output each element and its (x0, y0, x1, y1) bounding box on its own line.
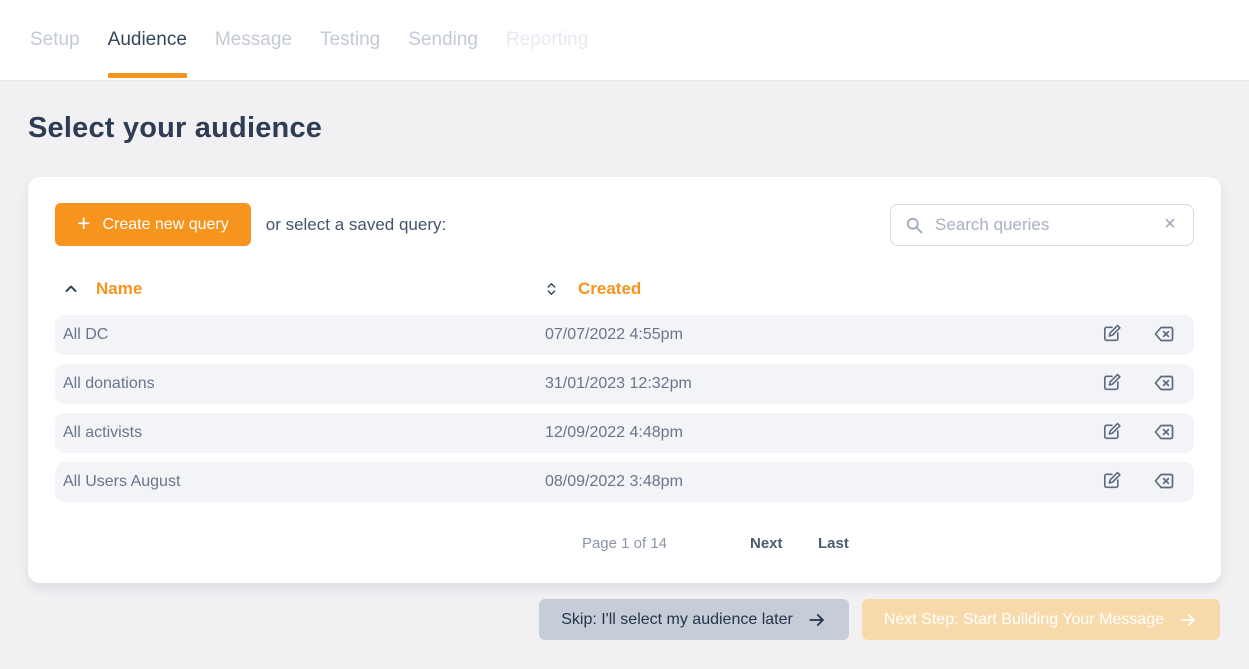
query-toolbar: + Create new query or select a saved que… (55, 203, 1194, 246)
sort-ascending-icon[interactable] (63, 281, 79, 297)
saved-queries-card: + Create new query or select a saved que… (28, 177, 1221, 583)
query-name: All activists (55, 424, 545, 442)
column-created-label: Created (578, 279, 641, 299)
wizard-tab-bar: Setup Audience Message Testing Sending R… (0, 0, 1249, 81)
tab-message-label: Message (215, 29, 292, 51)
page-status-text: Page 1 of 14 (28, 535, 1221, 552)
edit-icon (1100, 469, 1123, 495)
query-created: 12/09/2022 4:48pm (545, 424, 1099, 442)
query-created: 08/09/2022 3:48pm (545, 473, 1099, 491)
edit-icon (1100, 420, 1123, 446)
edit-query-button[interactable] (1099, 470, 1123, 494)
delete-icon (1152, 420, 1176, 447)
delete-icon (1152, 322, 1176, 349)
delete-query-button[interactable] (1152, 372, 1176, 396)
saved-query-list: All DC 07/07/2022 4:55pm (55, 315, 1194, 502)
tab-audience-label: Audience (108, 29, 187, 51)
saved-query-row[interactable]: All DC 07/07/2022 4:55pm (55, 315, 1194, 355)
tab-message[interactable]: Message (201, 0, 306, 80)
tab-setup-label: Setup (30, 29, 80, 51)
arrow-right-icon (807, 610, 827, 630)
edit-icon (1100, 371, 1123, 397)
pagination-last-link[interactable]: Last (818, 535, 849, 552)
create-new-query-label: Create new query (102, 216, 228, 234)
sort-both-icon[interactable] (545, 281, 561, 297)
tab-audience[interactable]: Audience (94, 0, 201, 80)
clear-search-icon[interactable]: × (1158, 213, 1182, 237)
delete-query-button[interactable] (1152, 470, 1176, 494)
next-step-button-label: Next Step: Start Building Your Message (884, 611, 1164, 629)
query-created: 07/07/2022 4:55pm (545, 326, 1099, 344)
arrow-right-icon (1178, 610, 1198, 630)
or-select-saved-query-text: or select a saved query: (266, 215, 446, 235)
create-new-query-button[interactable]: + Create new query (55, 203, 251, 246)
tab-sending-label: Sending (408, 29, 478, 51)
delete-query-button[interactable] (1152, 421, 1176, 445)
search-icon (904, 215, 924, 235)
pagination: Page 1 of 14 Next Last (28, 535, 1221, 559)
delete-query-button[interactable] (1152, 323, 1176, 347)
tab-sending[interactable]: Sending (394, 0, 492, 80)
skip-button-label: Skip: I'll select my audience later (561, 611, 793, 629)
edit-icon (1100, 322, 1123, 348)
delete-icon (1152, 371, 1176, 398)
tab-testing[interactable]: Testing (306, 0, 394, 80)
tab-reporting: Reporting (492, 0, 602, 80)
edit-query-button[interactable] (1099, 421, 1123, 445)
skip-select-audience-later-button[interactable]: Skip: I'll select my audience later (539, 599, 849, 640)
page-title: Select your audience (28, 112, 1249, 145)
saved-query-row[interactable]: All activists 12/09/2022 4:48pm (55, 413, 1194, 453)
column-header-name[interactable]: Name (55, 279, 545, 299)
saved-query-row[interactable]: All Users August 08/09/2022 3:48pm (55, 462, 1194, 502)
pagination-next-link[interactable]: Next (750, 535, 783, 552)
tab-reporting-label: Reporting (506, 29, 588, 51)
query-created: 31/01/2023 12:32pm (545, 375, 1099, 393)
delete-icon (1152, 469, 1176, 496)
tab-testing-label: Testing (320, 29, 380, 51)
edit-query-button[interactable] (1099, 372, 1123, 396)
tab-setup[interactable]: Setup (30, 0, 94, 80)
query-table-header: Name Created (55, 274, 1194, 304)
saved-query-row[interactable]: All donations 31/01/2023 12:32pm (55, 364, 1194, 404)
active-tab-underline (108, 73, 187, 78)
wizard-tabs: Setup Audience Message Testing Sending R… (30, 0, 602, 80)
query-name: All DC (55, 326, 545, 344)
query-name: All donations (55, 375, 545, 393)
plus-icon: + (77, 212, 90, 235)
query-name: All Users August (55, 473, 545, 491)
edit-query-button[interactable] (1099, 323, 1123, 347)
next-step-build-message-button[interactable]: Next Step: Start Building Your Message (862, 599, 1220, 640)
column-name-label: Name (96, 279, 142, 299)
search-queries-input[interactable] (890, 204, 1194, 246)
wizard-footer-actions: Skip: I'll select my audience later Next… (539, 599, 1220, 640)
search-queries-box: × (890, 204, 1194, 246)
column-header-created[interactable]: Created (545, 279, 641, 299)
